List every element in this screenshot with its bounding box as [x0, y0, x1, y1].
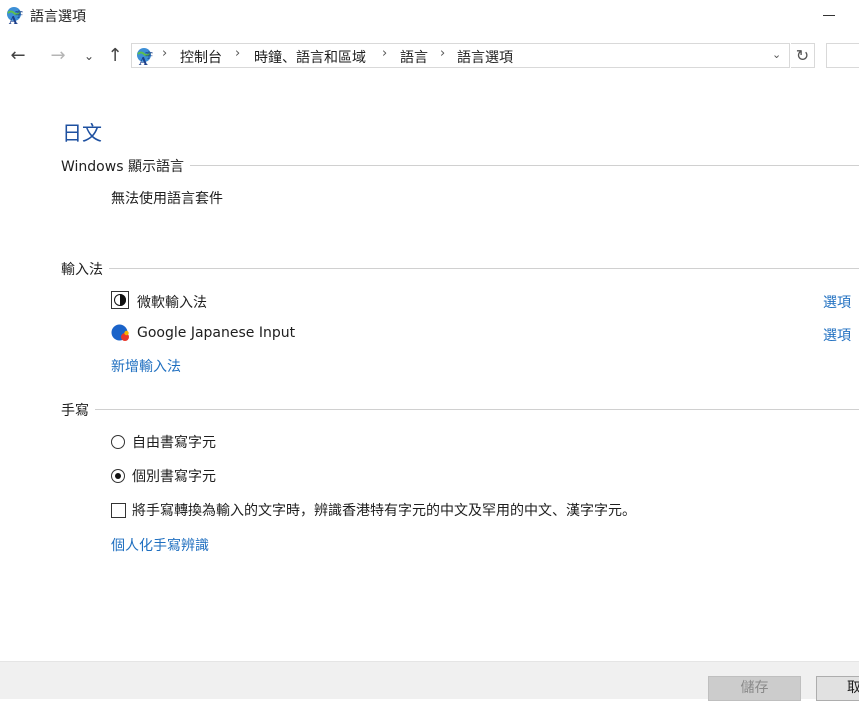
free-writing-label[interactable]: 自由書寫字元: [132, 432, 216, 452]
breadcrumb-clock-language-region[interactable]: 時鐘、語言和區域: [254, 47, 366, 67]
breadcrumb-separator-icon: ›: [440, 46, 446, 61]
input-method-name-microsoft: 微軟輸入法: [137, 295, 207, 311]
add-input-method-link[interactable]: 新增輸入法: [111, 356, 181, 376]
microsoft-ime-icon: [111, 291, 129, 309]
forward-button[interactable]: →: [47, 45, 69, 67]
search-input[interactable]: [826, 43, 859, 68]
single-char-writing-label[interactable]: 個別書寫字元: [132, 466, 216, 486]
up-button[interactable]: ↑: [104, 45, 126, 67]
refresh-icon: ↻: [795, 46, 810, 65]
back-button[interactable]: ←: [7, 45, 29, 67]
svg-text:字: 字: [145, 50, 153, 60]
options-link-microsoft-ime[interactable]: 選項: [823, 292, 851, 312]
language-heading: 日文: [62, 121, 102, 145]
svg-text:字: 字: [15, 9, 23, 19]
single-char-writing-radio[interactable]: [111, 469, 125, 483]
input-method-name-google: Google Japanese Input: [137, 325, 296, 341]
breadcrumb-separator-icon: ›: [382, 46, 388, 61]
back-arrow-icon: ←: [10, 45, 26, 66]
input-methods-section-title: 輸入法: [61, 259, 109, 279]
save-button[interactable]: 儲存: [708, 676, 801, 701]
options-link-google-ime[interactable]: 選項: [823, 325, 851, 345]
chevron-down-icon: ⌄: [83, 49, 95, 63]
section-divider: [62, 409, 859, 410]
chevron-down-icon[interactable]: ⌄: [772, 48, 781, 61]
breadcrumb-language-options[interactable]: 語言選項: [457, 47, 513, 67]
up-arrow-icon: ↑: [107, 45, 123, 66]
address-bar[interactable]: A 字 › 控制台 › 時鐘、語言和區域 › 語言 › 語言選項 ⌄: [131, 43, 790, 68]
recent-locations-button[interactable]: ⌄: [78, 45, 100, 67]
title-bar: A 字 語言選項: [0, 0, 859, 30]
handwriting-section-title: 手寫: [61, 400, 95, 420]
language-globe-icon: A 字: [7, 7, 23, 25]
free-writing-radio[interactable]: [111, 435, 125, 449]
display-language-status: 無法使用語言套件: [111, 191, 223, 207]
section-divider: [62, 268, 859, 269]
refresh-button[interactable]: ↻: [791, 43, 815, 68]
window-title: 語言選項: [30, 9, 86, 25]
breadcrumb-separator-icon: ›: [235, 46, 241, 61]
minimize-button[interactable]: [823, 15, 835, 16]
personalize-handwriting-link[interactable]: 個人化手寫辨識: [111, 535, 209, 555]
google-ime-icon: [111, 324, 129, 341]
language-globe-icon: A 字: [137, 48, 153, 66]
forward-arrow-icon: →: [50, 45, 66, 66]
hk-characters-label[interactable]: 將手寫轉換為輸入的文字時，辨識香港特有字元的中文及罕用的中文、漢字字元。: [132, 500, 636, 520]
breadcrumb-separator-icon: ›: [162, 46, 168, 61]
hk-characters-checkbox[interactable]: [111, 503, 126, 518]
breadcrumb-language[interactable]: 語言: [400, 47, 428, 67]
display-language-section-title: Windows 顯示語言: [61, 156, 190, 176]
cancel-button[interactable]: 取消: [816, 676, 859, 701]
breadcrumb-control-panel[interactable]: 控制台: [180, 47, 222, 67]
